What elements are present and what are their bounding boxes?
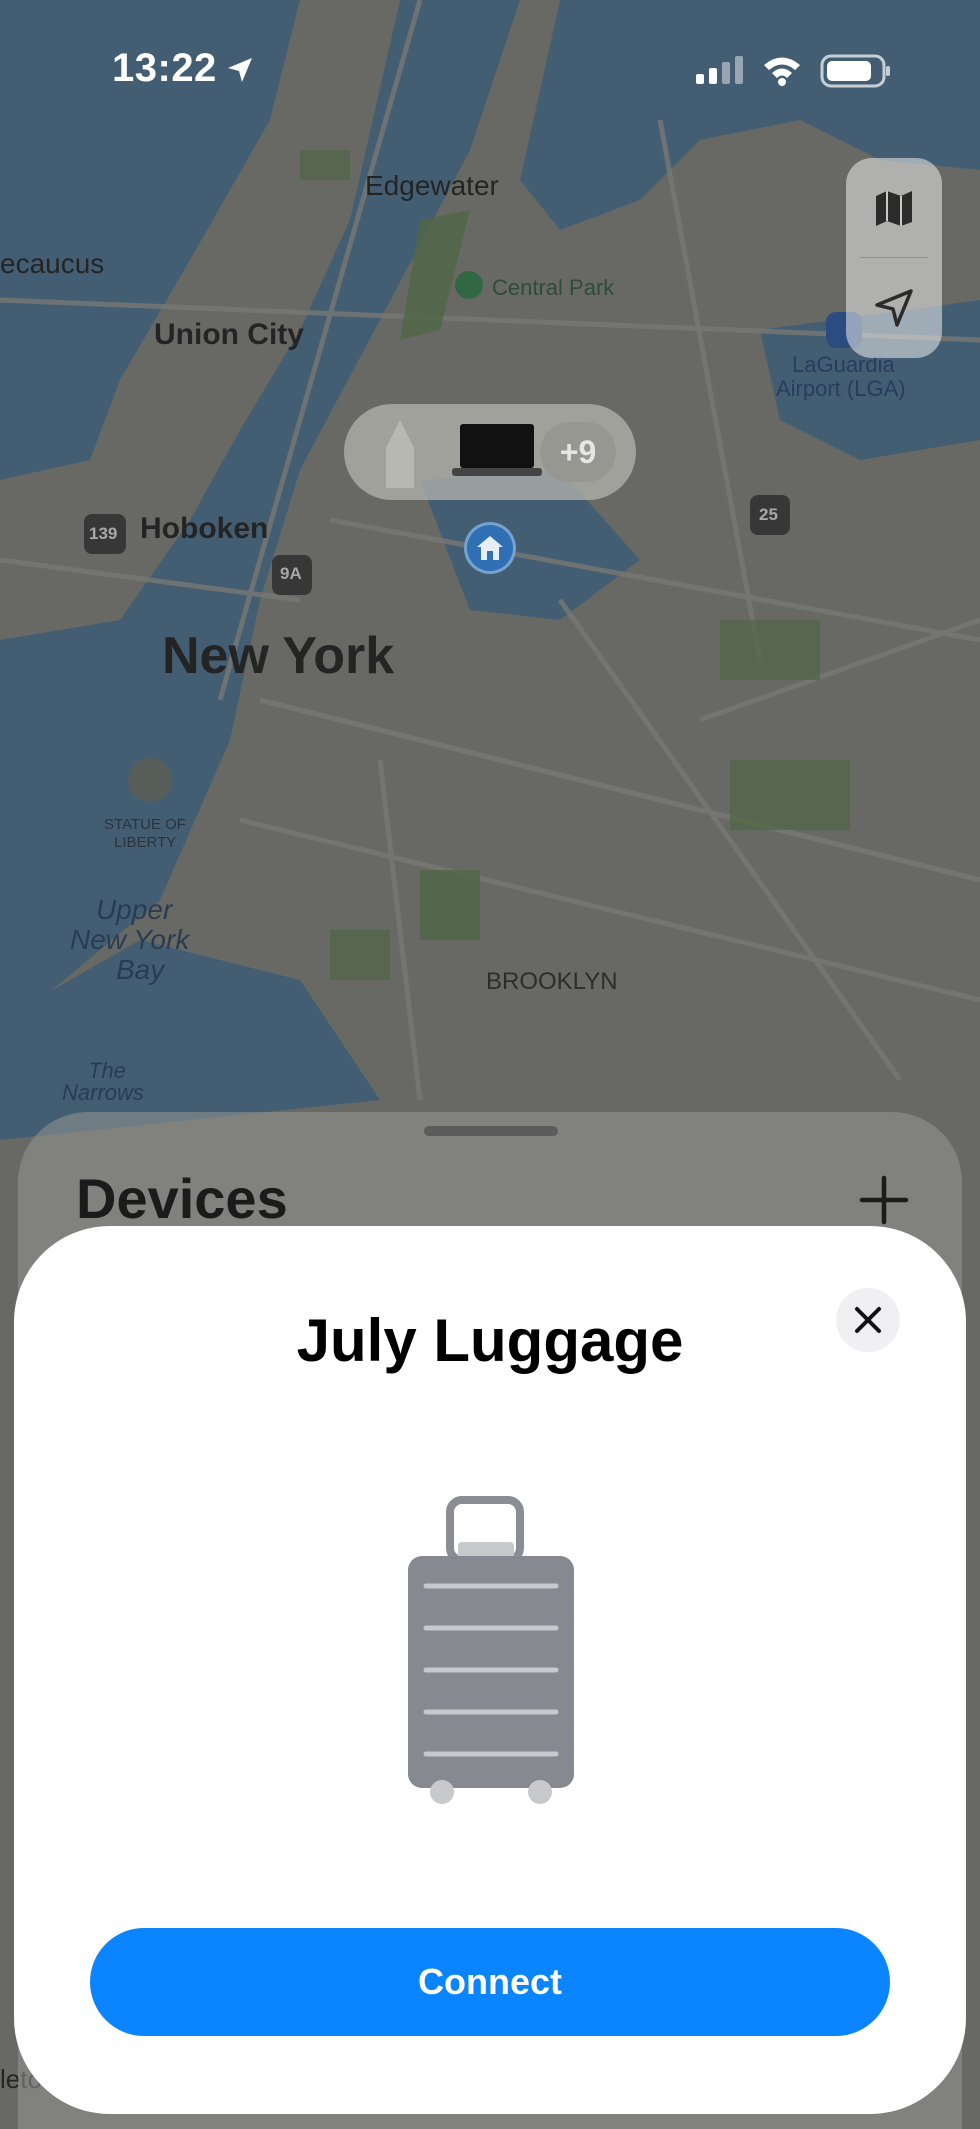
battery-icon — [820, 54, 890, 88]
item-sheet: July Luggage Connect — [14, 1226, 966, 2114]
navigation-arrow-icon — [875, 289, 913, 327]
wifi-icon — [764, 57, 800, 86]
connect-button[interactable]: Connect — [90, 1928, 890, 2036]
map-controls — [846, 158, 942, 358]
home-pin[interactable] — [464, 522, 516, 574]
cluster-more-count: +9 — [540, 422, 616, 482]
close-button[interactable] — [836, 1288, 900, 1352]
close-icon — [855, 1307, 881, 1333]
tag-device-icon — [386, 420, 414, 488]
drawer-title: Devices — [76, 1167, 288, 1230]
map-icon — [876, 191, 912, 226]
plus-icon[interactable] — [856, 1172, 912, 1228]
recenter-button[interactable] — [846, 258, 942, 358]
cellular-signal-icon — [696, 56, 743, 84]
home-icon — [477, 536, 503, 560]
device-cluster[interactable]: +9 — [344, 404, 636, 500]
laptop-device-icon — [452, 424, 542, 476]
status-time: 13:22 — [112, 46, 217, 90]
drawer-handle[interactable] — [424, 1126, 558, 1136]
location-arrow-icon — [228, 58, 252, 82]
map-mode-button[interactable] — [846, 158, 942, 258]
luggage-icon — [408, 1496, 574, 1804]
sheet-title: July Luggage — [296, 1307, 684, 1374]
status-bar: 13:22 — [0, 0, 980, 130]
